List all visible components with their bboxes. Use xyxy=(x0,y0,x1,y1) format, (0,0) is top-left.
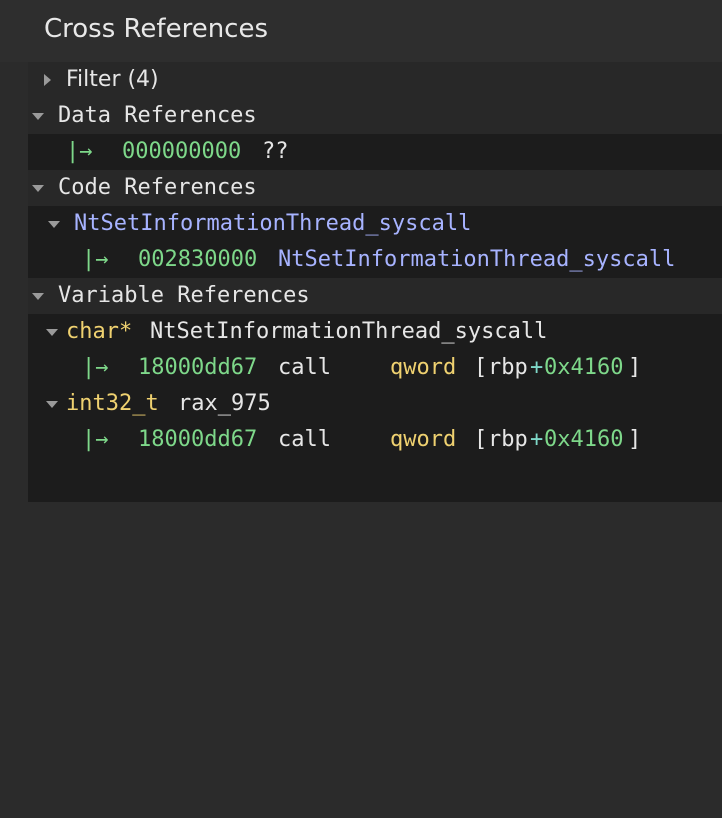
xref-arrow-icon: |→ xyxy=(66,139,93,164)
panel-title: Cross References xyxy=(44,14,269,44)
collapse-down-icon[interactable] xyxy=(32,293,44,300)
ref-register: rbp xyxy=(488,355,528,380)
collapse-down-icon[interactable] xyxy=(32,185,44,192)
data-ref-item[interactable]: |→ 000000000 ?? xyxy=(28,134,722,170)
section-variable-references[interactable]: Variable References xyxy=(28,278,722,314)
ref-address: 18000dd67 xyxy=(138,427,258,452)
ref-address: 000000000 xyxy=(122,139,242,164)
ref-bracket-open: [ xyxy=(474,427,488,452)
expand-right-icon[interactable] xyxy=(44,74,51,86)
collapse-down-icon[interactable] xyxy=(46,401,58,408)
collapse-down-icon[interactable] xyxy=(32,113,44,120)
panel-header: Cross References xyxy=(0,0,722,62)
section-label: Variable References xyxy=(58,283,310,308)
ref-symbol: NtSetInformationThread_syscall xyxy=(278,247,676,272)
collapse-down-icon[interactable] xyxy=(46,329,58,336)
variable-node[interactable]: char* NtSetInformationThread_syscall xyxy=(28,314,722,350)
variable-node[interactable]: int32_t rax_975 xyxy=(28,386,722,422)
ref-text: ?? xyxy=(262,139,289,164)
ref-size: qword xyxy=(390,355,457,380)
variable-name: rax_975 xyxy=(178,391,271,416)
ref-bracket-close: ] xyxy=(628,427,642,452)
section-code-references[interactable]: Code References xyxy=(28,170,722,206)
code-ref-item[interactable]: |→ 002830000 NtSetInformationThread_sysc… xyxy=(28,242,722,278)
xref-tree: Filter (4) Data References |→ 000000000 … xyxy=(28,62,722,502)
filter-row[interactable]: Filter (4) xyxy=(28,62,722,98)
filter-label: Filter (4) xyxy=(66,67,159,92)
left-gutter xyxy=(0,62,28,502)
variable-ref-item[interactable]: |→ 18000dd67 call qword [ rbp + 0x4160 ] xyxy=(28,350,722,386)
xref-arrow-icon: |→ xyxy=(82,427,109,452)
function-name: NtSetInformationThread_syscall xyxy=(74,211,472,236)
ref-plus: + xyxy=(530,355,544,380)
variable-name: NtSetInformationThread_syscall xyxy=(150,319,548,344)
section-data-references[interactable]: Data References xyxy=(28,98,722,134)
ref-offset: 0x4160 xyxy=(544,427,624,452)
section-label: Data References xyxy=(58,103,257,128)
xref-arrow-icon: |→ xyxy=(82,355,109,380)
ref-register: rbp xyxy=(488,427,528,452)
collapse-down-icon[interactable] xyxy=(48,221,60,228)
xref-arrow-icon: |→ xyxy=(82,247,109,272)
section-label: Code References xyxy=(58,175,257,200)
ref-address: 18000dd67 xyxy=(138,355,258,380)
ref-mnemonic: call xyxy=(278,355,331,380)
ref-plus: + xyxy=(530,427,544,452)
ref-address: 002830000 xyxy=(138,247,258,272)
ref-bracket-open: [ xyxy=(474,355,488,380)
ref-bracket-close: ] xyxy=(628,355,642,380)
code-ref-function-node[interactable]: NtSetInformationThread_syscall xyxy=(28,206,722,242)
variable-ref-item[interactable]: |→ 18000dd67 call qword [ rbp + 0x4160 ] xyxy=(28,422,722,458)
ref-mnemonic: call xyxy=(278,427,331,452)
ref-size: qword xyxy=(390,427,457,452)
variable-type: int32_t xyxy=(66,391,159,416)
variable-type: char* xyxy=(66,319,133,344)
ref-offset: 0x4160 xyxy=(544,355,624,380)
